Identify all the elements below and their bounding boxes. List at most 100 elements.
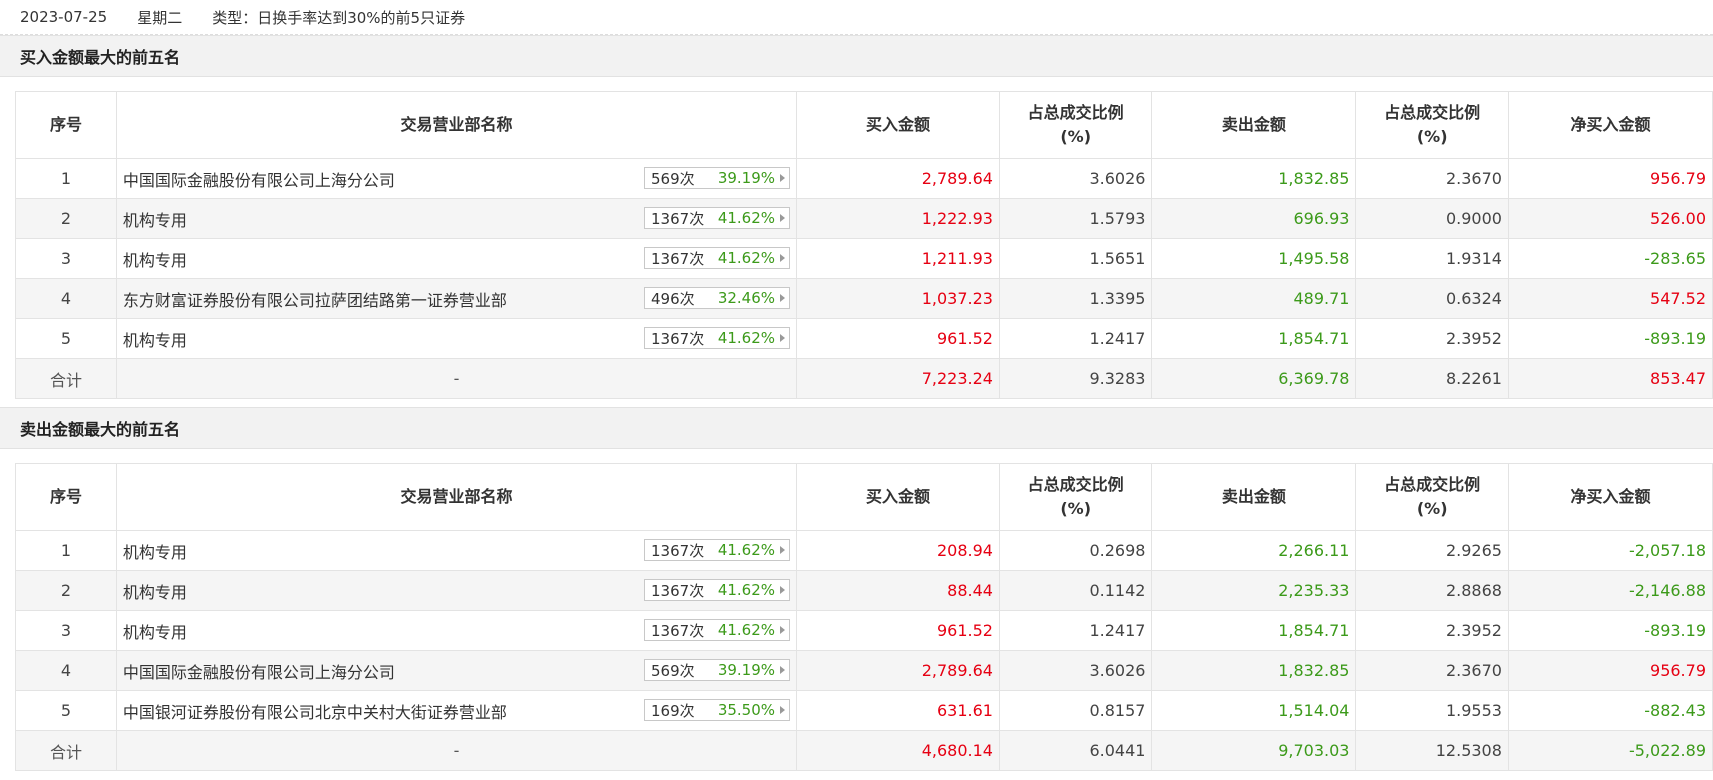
- branch-stats-badge[interactable]: 169次 35.50%: [644, 699, 791, 721]
- col-sell-amount-header: 卖出金额: [1151, 91, 1357, 159]
- total-sell-amount: 9,703.03: [1151, 730, 1357, 771]
- buy-amount: 631.61: [796, 690, 1000, 731]
- chevron-right-icon: [780, 546, 786, 554]
- listing-count: 1367次: [651, 329, 705, 348]
- sell-ratio: 2.8868: [1355, 570, 1509, 611]
- table-row: 1 机构专用 1367次 41.62% 208.94 0.2698 2,266.11 2.92…: [15, 530, 1713, 571]
- branch-stats-badge[interactable]: 569次 39.19%: [644, 659, 791, 681]
- branch-name-cell: 东方财富证券股份有限公司拉萨团结路第一证券营业部 496次 32.46%: [115, 278, 798, 319]
- sell-top5-table: 序号 交易营业部名称 买入金额 占总成交比例 (%) 卖出金额 占总成交比例 (%) 净买入金额…: [15, 463, 1713, 771]
- branch-name-cell: 中国银河证券股份有限公司北京中关村大街证券营业部 169次 35.50%: [115, 690, 798, 731]
- col-sell-amount-header: 卖出金额: [1151, 463, 1357, 531]
- chevron-right-icon: [780, 666, 786, 674]
- weekday: 星期二: [137, 8, 183, 27]
- buy-ratio: 1.2417: [998, 318, 1153, 359]
- branch-stats-badge[interactable]: 1367次 41.62%: [644, 619, 791, 641]
- buy-ratio: 1.2417: [998, 610, 1153, 651]
- chevron-right-icon: [780, 294, 786, 302]
- total-buy-amount: 7,223.24: [796, 358, 1000, 399]
- win-rate: 41.62%: [717, 249, 776, 267]
- branch-stats-badge[interactable]: 1367次 41.62%: [644, 207, 791, 229]
- branch-name-cell: 中国国际金融股份有限公司上海分公司 569次 39.19%: [115, 158, 798, 199]
- col-branch-name-header: 交易营业部名称: [115, 91, 798, 159]
- trade-date: 2023-07-25: [20, 8, 108, 26]
- chevron-right-icon: [780, 706, 786, 714]
- total-row: 合计 -7,223.24 9.3283 6,369.78 8.2261 853.47: [15, 358, 1713, 399]
- branch-name[interactable]: 东方财富证券股份有限公司拉萨团结路第一证券营业部: [123, 287, 507, 311]
- chevron-right-icon: [780, 626, 786, 634]
- total-name-placeholder: -: [115, 730, 798, 771]
- net-buy-amount: 956.79: [1507, 650, 1713, 691]
- buy-ratio: 1.3395: [998, 278, 1153, 319]
- row-index: 3: [15, 238, 117, 279]
- branch-name[interactable]: 机构专用: [123, 619, 187, 643]
- branch-name[interactable]: 中国国际金融股份有限公司上海分公司: [123, 167, 395, 191]
- branch-name[interactable]: 中国国际金融股份有限公司上海分公司: [123, 659, 395, 683]
- table-row: 3 机构专用 1367次 41.62% 1,211.93 1.5651 1,495.58 1.…: [15, 238, 1713, 279]
- buy-amount: 1,222.93: [796, 198, 1000, 239]
- buy-amount: 961.52: [796, 610, 1000, 651]
- sell-amount: 2,235.33: [1151, 570, 1357, 611]
- net-buy-amount: -283.65: [1507, 238, 1713, 279]
- row-index: 4: [15, 650, 117, 691]
- buy-amount: 2,789.64: [796, 158, 1000, 199]
- net-buy-amount: -893.19: [1507, 318, 1713, 359]
- branch-name[interactable]: 机构专用: [123, 579, 187, 603]
- sell-ratio: 0.6324: [1355, 278, 1509, 319]
- sell-ratio: 0.9000: [1355, 198, 1509, 239]
- buy-amount: 2,789.64: [796, 650, 1000, 691]
- branch-stats-badge[interactable]: 1367次 41.62%: [644, 247, 791, 269]
- row-index: 2: [15, 570, 117, 611]
- net-buy-amount: -2,057.18: [1507, 530, 1713, 571]
- buy-ratio: 0.1142: [998, 570, 1153, 611]
- listing-count: 1367次: [651, 209, 705, 228]
- total-buy-ratio: 9.3283: [998, 358, 1153, 399]
- sell-amount: 489.71: [1151, 278, 1357, 319]
- branch-name-cell: 机构专用 1367次 41.62%: [115, 238, 798, 279]
- total-buy-ratio: 6.0441: [998, 730, 1153, 771]
- total-net-amount: 853.47: [1507, 358, 1713, 399]
- win-rate: 32.46%: [717, 289, 776, 307]
- branch-name[interactable]: 机构专用: [123, 207, 187, 231]
- buy-ratio: 0.8157: [998, 690, 1153, 731]
- branch-name[interactable]: 机构专用: [123, 327, 187, 351]
- branch-name-cell: 机构专用 1367次 41.62%: [115, 530, 798, 571]
- row-index: 1: [15, 158, 117, 199]
- sell-amount: 1,832.85: [1151, 650, 1357, 691]
- win-rate: 39.19%: [717, 169, 776, 187]
- win-rate: 41.62%: [717, 541, 776, 559]
- buy-ratio: 3.6026: [998, 650, 1153, 691]
- table-row: 4 中国国际金融股份有限公司上海分公司 569次 39.19% 2,789.64 3.60…: [15, 650, 1713, 691]
- branch-stats-badge[interactable]: 496次 32.46%: [644, 287, 791, 309]
- branch-stats-badge[interactable]: 1367次 41.62%: [644, 579, 791, 601]
- listing-count: 569次: [651, 169, 695, 188]
- col-buy-amount-header: 买入金额: [796, 91, 1000, 159]
- branch-name[interactable]: 机构专用: [123, 539, 187, 563]
- col-sell-ratio-header: 占总成交比例 (%): [1355, 463, 1509, 531]
- table-row: 3 机构专用 1367次 41.62% 961.52 1.2417 1,854.71 2.39…: [15, 610, 1713, 651]
- branch-stats-badge[interactable]: 1367次 41.62%: [644, 539, 791, 561]
- buy-top5-table: 序号 交易营业部名称 买入金额 占总成交比例 (%) 卖出金额 占总成交比例 (%) 净买入金额…: [15, 91, 1713, 399]
- listing-count: 1367次: [651, 249, 705, 268]
- branch-name-cell: 机构专用 1367次 41.62%: [115, 318, 798, 359]
- col-branch-name-header: 交易营业部名称: [115, 463, 798, 531]
- chevron-right-icon: [780, 174, 786, 182]
- chevron-right-icon: [780, 586, 786, 594]
- total-sell-amount: 6,369.78: [1151, 358, 1357, 399]
- net-buy-amount: -882.43: [1507, 690, 1713, 731]
- row-index: 5: [15, 690, 117, 731]
- net-buy-amount: -2,146.88: [1507, 570, 1713, 611]
- sell-ratio: 1.9314: [1355, 238, 1509, 279]
- total-label: 合计: [15, 730, 117, 771]
- win-rate: 35.50%: [717, 701, 776, 719]
- col-index-header: 序号: [15, 91, 117, 159]
- branch-stats-badge[interactable]: 569次 39.19%: [644, 167, 791, 189]
- buy-section-title: 买入金额最大的前五名: [0, 35, 1713, 77]
- branch-stats-badge[interactable]: 1367次 41.62%: [644, 327, 791, 349]
- total-row: 合计 -4,680.14 6.0441 9,703.03 12.5308 -5,022.8…: [15, 730, 1713, 771]
- sell-amount: 696.93: [1151, 198, 1357, 239]
- branch-name[interactable]: 中国银河证券股份有限公司北京中关村大街证券营业部: [123, 699, 507, 723]
- buy-amount: 1,037.23: [796, 278, 1000, 319]
- total-name-placeholder: -: [115, 358, 798, 399]
- branch-name[interactable]: 机构专用: [123, 247, 187, 271]
